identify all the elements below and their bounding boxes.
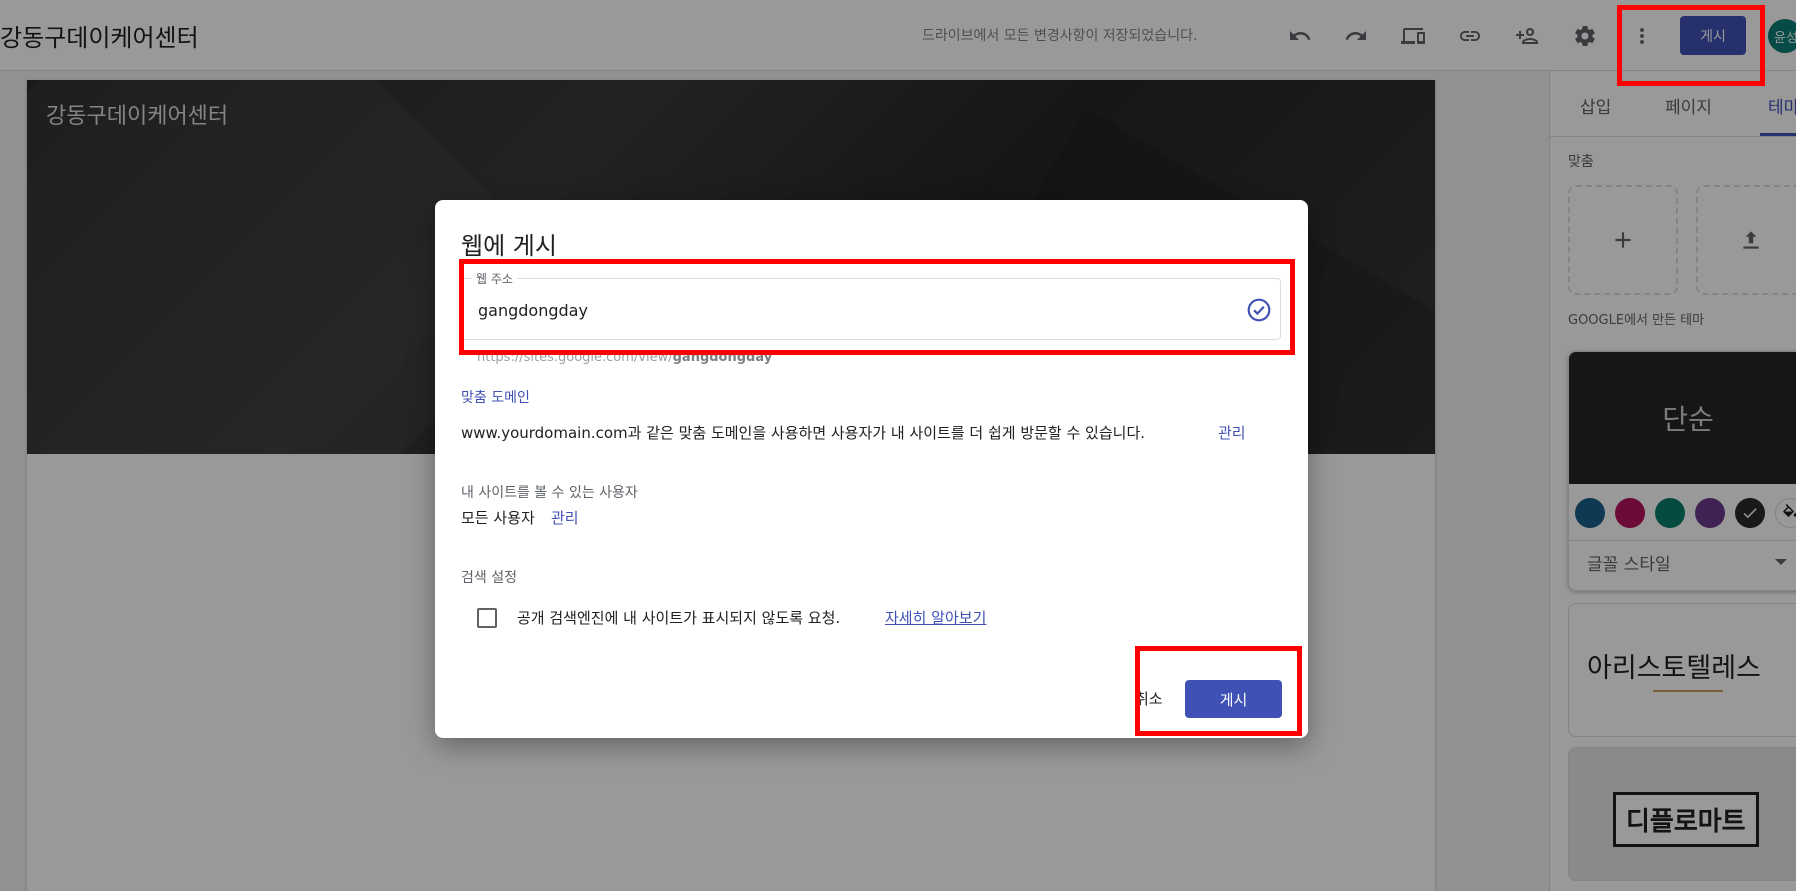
annotation-box-top-publish (1617, 5, 1765, 86)
custom-domain-manage-link[interactable]: 관리 (1218, 422, 1246, 443)
annotation-box-url-field (459, 259, 1295, 355)
viewers-manage-link[interactable]: 관리 (551, 507, 579, 528)
annotation-box-publish-button (1135, 646, 1302, 736)
viewers-value: 모든 사용자 (461, 509, 535, 527)
custom-domain-description: www.yourdomain.com과 같은 맞춤 도메인을 사용하면 사용자가… (461, 424, 1146, 442)
viewers-label: 내 사이트를 볼 수 있는 사용자 (461, 485, 638, 501)
custom-domain-label[interactable]: 맞춤 도메인 (461, 387, 530, 407)
learn-more-link[interactable]: 자세히 알아보기 (885, 607, 986, 628)
search-settings-label: 검색 설정 (461, 570, 517, 586)
hide-from-search-label: 공개 검색엔진에 내 사이트가 표시되지 않도록 요청. (517, 609, 841, 627)
dialog-title: 웹에 게시 (461, 232, 557, 260)
hide-from-search-checkbox[interactable] (477, 608, 497, 628)
